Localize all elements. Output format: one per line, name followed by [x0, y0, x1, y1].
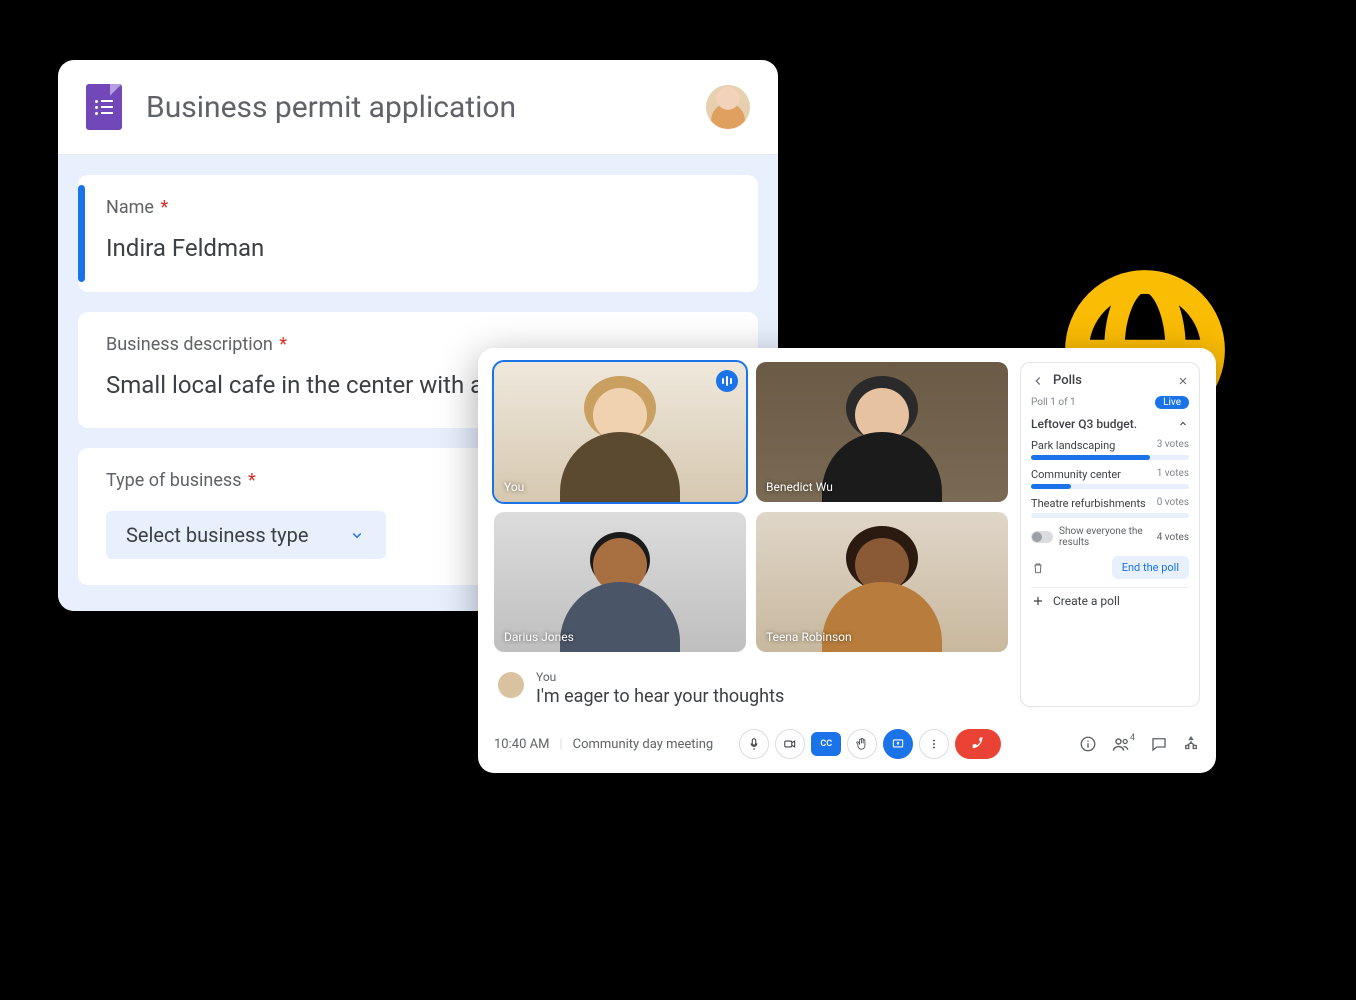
option-label: Park landscaping — [1031, 439, 1115, 452]
video-tile[interactable]: Teena Robinson — [756, 512, 1008, 652]
create-poll-button[interactable]: Create a poll — [1031, 587, 1189, 608]
more-options-button[interactable] — [919, 729, 949, 759]
option-votes: 1 votes — [1157, 468, 1189, 481]
info-icon[interactable] — [1079, 735, 1097, 753]
option-label: Theatre refurbishments — [1031, 497, 1146, 510]
poll-option[interactable]: Park landscaping 3 votes — [1031, 439, 1189, 460]
option-votes: 3 votes — [1157, 439, 1189, 452]
select-placeholder: Select business type — [126, 523, 308, 547]
plus-icon — [1031, 594, 1045, 608]
google-forms-icon — [86, 84, 122, 130]
video-grid: You Benedict Wu Darius Jones Teena Robin… — [494, 362, 1008, 652]
caption-text: I'm eager to hear your thoughts — [536, 686, 784, 707]
people-button[interactable]: 4 — [1111, 734, 1136, 754]
user-avatar[interactable] — [706, 85, 750, 129]
polls-title: Polls — [1053, 373, 1169, 388]
required-asterisk: * — [248, 470, 256, 491]
question-name: Name * Indira Feldman — [78, 175, 758, 292]
poll-option[interactable]: Theatre refurbishments 0 votes — [1031, 497, 1189, 518]
show-results-toggle[interactable] — [1031, 531, 1053, 543]
hangup-button[interactable] — [955, 729, 1001, 759]
create-poll-label: Create a poll — [1053, 594, 1120, 608]
activities-icon[interactable] — [1182, 735, 1200, 753]
chevron-up-icon — [1177, 418, 1189, 430]
speaking-indicator-icon — [716, 370, 738, 392]
caption-avatar — [498, 672, 524, 698]
tile-name: Teena Robinson — [766, 630, 852, 644]
tile-name: Benedict Wu — [766, 480, 833, 494]
video-tile-self[interactable]: You — [494, 362, 746, 502]
form-header: Business permit application — [58, 60, 778, 155]
camera-button[interactable] — [775, 729, 805, 759]
polls-panel: Polls Poll 1 of 1 Live Leftover Q3 budge… — [1020, 362, 1200, 707]
live-badge: Live — [1155, 396, 1189, 409]
name-input[interactable]: Indira Feldman — [106, 232, 730, 266]
poll-option[interactable]: Community center 1 votes — [1031, 468, 1189, 489]
video-tile[interactable]: Darius Jones — [494, 512, 746, 652]
divider: | — [559, 737, 562, 752]
tile-name: Darius Jones — [504, 630, 574, 644]
required-asterisk: * — [160, 197, 168, 218]
raise-hand-button[interactable] — [847, 729, 877, 759]
question-label-text: Type of business — [106, 470, 242, 491]
poll-question-text: Leftover Q3 budget. — [1031, 417, 1137, 431]
business-type-select[interactable]: Select business type — [106, 511, 386, 559]
question-label-text: Name — [106, 197, 154, 218]
option-label: Community center — [1031, 468, 1121, 481]
meeting-time: 10:40 AM — [494, 737, 549, 752]
end-poll-button[interactable]: End the poll — [1112, 556, 1189, 579]
total-votes: 4 votes — [1157, 532, 1189, 543]
question-label: Name * — [106, 197, 730, 218]
show-results-label: Show everyone the results — [1059, 526, 1151, 548]
video-tile[interactable]: Benedict Wu — [756, 362, 1008, 502]
option-votes: 0 votes — [1157, 497, 1189, 510]
back-arrow-icon[interactable] — [1031, 374, 1045, 388]
meeting-name: Community day meeting — [573, 737, 714, 752]
form-title: Business permit application — [146, 90, 682, 125]
close-icon[interactable] — [1177, 375, 1189, 387]
chat-icon[interactable] — [1150, 735, 1168, 753]
caption-author: You — [536, 670, 784, 684]
poll-question[interactable]: Leftover Q3 budget. — [1031, 417, 1189, 431]
people-count: 4 — [1130, 733, 1135, 743]
question-label-text: Business description — [106, 334, 273, 355]
present-button[interactable] — [883, 729, 913, 759]
caption-area: You I'm eager to hear your thoughts — [494, 670, 1008, 707]
poll-count: Poll 1 of 1 — [1031, 397, 1076, 408]
tile-name: You — [504, 480, 524, 494]
meet-card: You Benedict Wu Darius Jones Teena Robin… — [478, 348, 1216, 773]
chevron-down-icon — [348, 526, 366, 544]
meet-controls-bar: 10:40 AM | Community day meeting CC — [494, 729, 1200, 759]
captions-button[interactable]: CC — [811, 732, 841, 756]
required-asterisk: * — [279, 334, 287, 355]
microphone-button[interactable] — [739, 729, 769, 759]
trash-icon[interactable] — [1031, 561, 1045, 575]
